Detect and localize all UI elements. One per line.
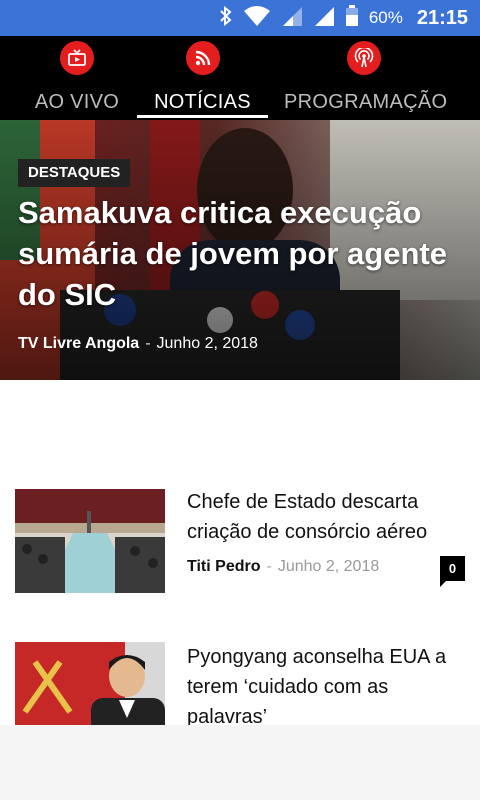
article-author[interactable]: Titi Pedro [187, 558, 261, 575]
tv-icon [60, 41, 94, 75]
wifi-icon [243, 5, 271, 32]
meta-separator: - [145, 335, 151, 352]
comment-count-badge[interactable]: 0 [440, 556, 465, 587]
meta-separator: - [266, 558, 272, 575]
list-item[interactable]: Pyongyang aconselha EUA a terem ‘cuidado… [0, 600, 480, 725]
article-thumbnail[interactable] [15, 642, 165, 725]
status-bar: 60% 21:15 [0, 0, 480, 36]
article-thumbnail[interactable] [15, 489, 165, 593]
article-meta: Titi Pedro - Junho 2, 2018 [187, 558, 379, 576]
tab-label: PROGRAMAÇÃO [284, 91, 448, 113]
bluetooth-icon [219, 5, 233, 32]
clock: 21:15 [416, 6, 468, 29]
rss-icon [185, 41, 220, 75]
battery-percent: 60% [368, 8, 403, 27]
category-badge[interactable]: DESTAQUES [18, 159, 131, 187]
tab-bar: AO VIVO NOTÍCIAS PROGRAMAÇÃO [0, 36, 480, 120]
tab-ao-vivo[interactable]: AO VIVO [20, 36, 134, 120]
radio-tower-icon [347, 41, 381, 75]
featured-title[interactable]: Samakuva critica execução sumária de jov… [18, 192, 468, 315]
tab-label: NOTÍCIAS [154, 91, 251, 113]
tab-programacao[interactable]: PROGRAMAÇÃO [284, 36, 448, 120]
article-title[interactable]: Chefe de Estado descarta criação de cons… [187, 487, 467, 547]
article-list: Chefe de Estado descarta criação de cons… [0, 380, 480, 725]
featured-meta: TV Livre Angola - Junho 2, 2018 [18, 335, 258, 353]
tab-noticias[interactable]: NOTÍCIAS [137, 36, 268, 120]
tab-label: AO VIVO [34, 91, 120, 113]
featured-date: Junho 2, 2018 [156, 335, 258, 352]
battery-icon [345, 4, 359, 32]
featured-author[interactable]: TV Livre Angola [18, 335, 139, 352]
active-tab-indicator [137, 115, 268, 118]
featured-article[interactable]: DESTAQUES Samakuva critica execução sumá… [0, 120, 480, 380]
signal-icon [281, 5, 303, 32]
article-date: Junho 2, 2018 [277, 558, 380, 575]
signal-icon [313, 5, 335, 32]
list-item[interactable]: Chefe de Estado descarta criação de cons… [0, 380, 480, 593]
article-title[interactable]: Pyongyang aconselha EUA a terem ‘cuidado… [187, 642, 467, 725]
bottom-area [0, 725, 480, 800]
